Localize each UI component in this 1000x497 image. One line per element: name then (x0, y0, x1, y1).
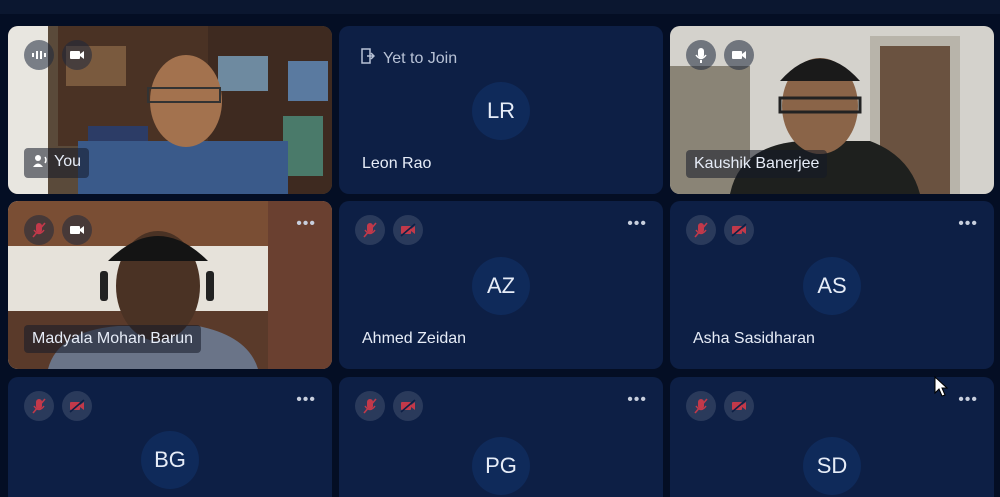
camera-off-icon[interactable] (393, 215, 423, 245)
avatar: AS (803, 257, 861, 315)
media-controls (686, 391, 754, 421)
participant-tile-asha-sasidharan[interactable]: ••• AS Asha Sasidharan (670, 201, 994, 369)
camera-off-icon[interactable] (724, 391, 754, 421)
participant-tile-bg[interactable]: ••• BG (8, 377, 332, 497)
participant-name: Madyala Mohan Barun (24, 325, 201, 353)
participant-tile-leon-rao[interactable]: Yet to Join LR Leon Rao (339, 26, 663, 194)
mic-off-icon[interactable] (24, 215, 54, 245)
camera-icon[interactable] (724, 40, 754, 70)
participant-tile-kaushik-banerjee[interactable]: Kaushik Banerjee (670, 26, 994, 194)
participant-tile-ahmed-zeidan[interactable]: ••• AZ Ahmed Zeidan (339, 201, 663, 369)
avatar: BG (141, 431, 199, 489)
exit-icon (361, 48, 376, 69)
camera-off-icon[interactable] (62, 391, 92, 421)
participant-tile-pg[interactable]: ••• PG (339, 377, 663, 497)
participant-name: Leon Rao (362, 155, 432, 172)
mic-off-icon[interactable] (24, 391, 54, 421)
more-options-icon[interactable]: ••• (627, 216, 647, 232)
more-options-icon[interactable]: ••• (958, 392, 978, 408)
speaking-icon[interactable] (24, 40, 54, 70)
avatar: PG (472, 437, 530, 495)
mic-off-icon[interactable] (355, 215, 385, 245)
more-options-icon[interactable]: ••• (296, 216, 316, 232)
camera-off-icon[interactable] (724, 215, 754, 245)
speaking-icon (32, 154, 48, 174)
participant-tile-madyala-mohan-barun[interactable]: ••• Madyala Mohan Barun (8, 201, 332, 369)
avatar: LR (472, 82, 530, 140)
mic-off-icon[interactable] (355, 391, 385, 421)
avatar: AZ (472, 257, 530, 315)
mic-icon[interactable] (686, 40, 716, 70)
mouse-cursor-icon (934, 375, 949, 403)
video-grid: You Yet to Join LR Leon Rao Kaushik Bane… (0, 0, 1000, 497)
more-options-icon[interactable]: ••• (958, 216, 978, 232)
media-controls (24, 215, 92, 245)
media-controls (24, 40, 92, 70)
avatar: SD (803, 437, 861, 495)
mic-off-icon[interactable] (686, 215, 716, 245)
participant-tile-you[interactable]: You (8, 26, 332, 194)
more-options-icon[interactable]: ••• (627, 392, 647, 408)
media-controls (686, 215, 754, 245)
camera-icon[interactable] (62, 215, 92, 245)
more-options-icon[interactable]: ••• (296, 392, 316, 408)
media-controls (355, 215, 423, 245)
camera-off-icon[interactable] (393, 391, 423, 421)
participant-name: Ahmed Zeidan (362, 330, 467, 347)
media-controls (24, 391, 92, 421)
participant-name: Asha Sasidharan (693, 330, 815, 347)
participant-name: Kaushik Banerjee (686, 150, 828, 178)
participant-name: You (24, 148, 89, 178)
media-controls (686, 40, 754, 70)
mic-off-icon[interactable] (686, 391, 716, 421)
media-controls (355, 391, 423, 421)
camera-icon[interactable] (62, 40, 92, 70)
join-status: Yet to Join (361, 48, 457, 69)
